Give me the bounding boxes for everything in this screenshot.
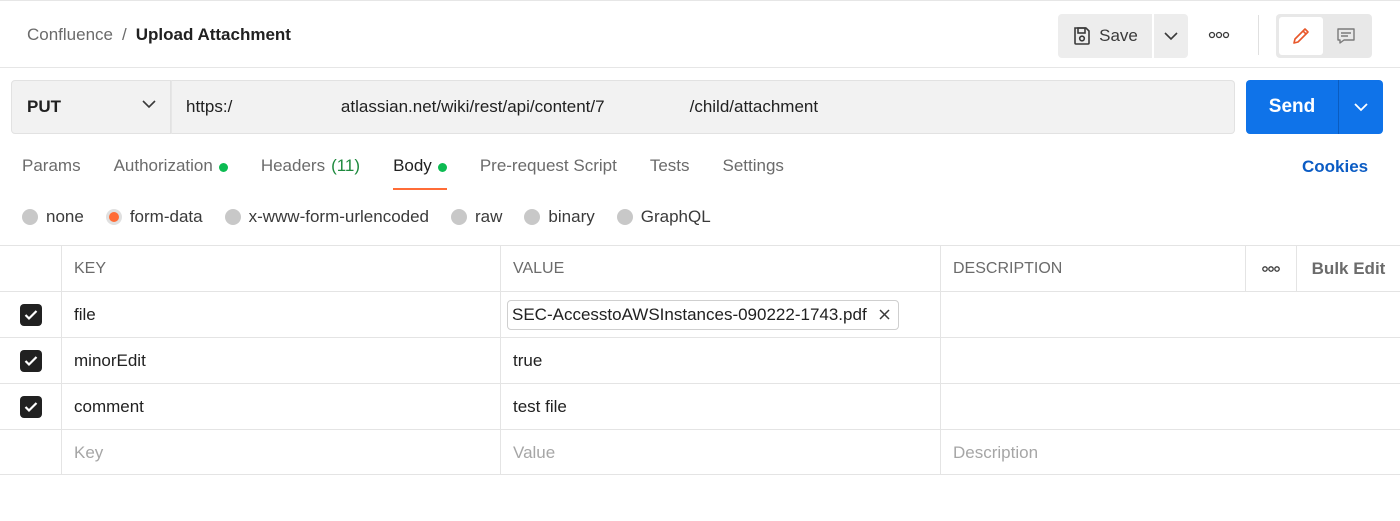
- tab-settings[interactable]: Settings: [723, 156, 784, 190]
- body-type-form-data[interactable]: form-data: [105, 207, 203, 227]
- row-enabled-checkbox[interactable]: [19, 349, 42, 372]
- column-header-description: DESCRIPTION: [941, 246, 1246, 291]
- table-row: minorEdit true: [0, 337, 1400, 383]
- authorization-status-dot: [218, 163, 228, 172]
- value-cell: SEC-AccesstoAWSInstances-090222-1743.pdf: [501, 292, 941, 337]
- tab-headers[interactable]: Headers (11): [261, 156, 360, 190]
- value-cell[interactable]: test file: [501, 384, 941, 429]
- pencil-icon: [1293, 28, 1309, 44]
- edit-mode-button[interactable]: [1279, 17, 1323, 55]
- body-type-urlencoded[interactable]: x-www-form-urlencoded: [224, 207, 429, 227]
- url-input[interactable]: https:/ atlassian.net/wiki/rest/api/cont…: [171, 80, 1235, 134]
- body-type-raw[interactable]: raw: [451, 207, 502, 227]
- row-check-cell: [0, 430, 62, 475]
- breadcrumb-separator: /: [122, 25, 127, 44]
- body-status-dot: [437, 163, 447, 172]
- radio-icon: [224, 209, 241, 225]
- file-name: SEC-AccesstoAWSInstances-090222-1743.pdf: [512, 304, 867, 324]
- request-name[interactable]: Upload Attachment: [136, 25, 291, 45]
- chevron-down-icon: [1164, 31, 1178, 40]
- tab-tests[interactable]: Tests: [650, 156, 690, 190]
- view-mode-toggle: [1276, 14, 1372, 58]
- breadcrumb-collection[interactable]: Confluence: [27, 25, 113, 45]
- tab-params[interactable]: Params: [22, 156, 81, 190]
- save-icon: [1074, 27, 1090, 45]
- save-group: Save: [1058, 14, 1188, 58]
- key-cell[interactable]: file: [62, 292, 501, 337]
- value-input[interactable]: Value: [501, 430, 941, 475]
- tab-body[interactable]: Body: [393, 156, 447, 190]
- row-check-cell: [0, 384, 62, 429]
- body-type-none[interactable]: none: [22, 207, 84, 227]
- more-horizontal-icon: [1262, 265, 1280, 272]
- value-cell[interactable]: true: [501, 338, 941, 383]
- http-method-select[interactable]: PUT: [11, 80, 171, 134]
- breadcrumb: Confluence / Upload Attachment: [27, 25, 291, 45]
- comment-icon: [1337, 28, 1355, 44]
- file-chip[interactable]: SEC-AccesstoAWSInstances-090222-1743.pdf: [507, 299, 899, 330]
- form-data-table: KEY VALUE DESCRIPTION Bulk Edit file SEC…: [0, 245, 1400, 475]
- more-actions-button[interactable]: [1204, 25, 1234, 45]
- description-cell[interactable]: [941, 338, 1400, 383]
- radio-checked-icon: [105, 209, 122, 225]
- checkmark-icon: [24, 355, 37, 366]
- body-type-options: none form-data x-www-form-urlencoded raw…: [22, 207, 733, 227]
- chevron-down-icon: [142, 100, 156, 109]
- description-cell[interactable]: [941, 384, 1400, 429]
- save-button[interactable]: Save: [1058, 14, 1152, 58]
- cookies-link[interactable]: Cookies: [1302, 157, 1368, 177]
- close-icon: [879, 309, 890, 320]
- tab-authorization[interactable]: Authorization: [114, 156, 228, 190]
- row-enabled-checkbox[interactable]: [19, 395, 42, 418]
- save-label: Save: [1099, 26, 1138, 45]
- bulk-edit-button[interactable]: Bulk Edit: [1297, 246, 1400, 291]
- tab-pre-request-script[interactable]: Pre-request Script: [480, 156, 617, 190]
- request-tabs: Params Authorization Headers (11) Body Pr…: [22, 156, 817, 190]
- url-value: https:/ atlassian.net/wiki/rest/api/cont…: [186, 97, 819, 116]
- chevron-down-icon: [1354, 102, 1368, 111]
- body-type-graphql[interactable]: GraphQL: [616, 207, 711, 227]
- column-header-key: KEY: [62, 246, 501, 291]
- http-method-value: PUT: [27, 97, 61, 116]
- new-row: Key Value Description: [0, 429, 1400, 475]
- description-cell[interactable]: [941, 292, 1400, 337]
- table-header-row: KEY VALUE DESCRIPTION Bulk Edit: [0, 245, 1400, 291]
- description-input[interactable]: Description: [941, 430, 1400, 475]
- key-input[interactable]: Key: [62, 430, 501, 475]
- key-cell[interactable]: comment: [62, 384, 501, 429]
- request-header: Confluence / Upload Attachment Save: [0, 0, 1400, 68]
- column-header-value: VALUE: [501, 246, 941, 291]
- radio-icon: [616, 209, 633, 225]
- more-horizontal-icon: [1208, 31, 1230, 39]
- row-enabled-checkbox[interactable]: [19, 303, 42, 326]
- save-options-button[interactable]: [1154, 14, 1188, 58]
- row-check-cell: [0, 292, 62, 337]
- row-check-cell: [0, 338, 62, 383]
- header-divider: [1258, 15, 1259, 55]
- send-button[interactable]: Send: [1246, 80, 1338, 134]
- table-row: file SEC-AccesstoAWSInstances-090222-174…: [0, 291, 1400, 337]
- send-group: Send: [1246, 80, 1383, 134]
- radio-icon: [451, 209, 468, 225]
- table-row: comment test file: [0, 383, 1400, 429]
- body-type-binary[interactable]: binary: [524, 207, 595, 227]
- headers-count: (11): [331, 156, 361, 175]
- key-cell[interactable]: minorEdit: [62, 338, 501, 383]
- header-check-cell: [0, 246, 62, 291]
- radio-icon: [22, 209, 38, 225]
- comments-mode-button[interactable]: [1323, 17, 1369, 55]
- column-options-button[interactable]: [1246, 246, 1297, 291]
- checkmark-icon: [24, 401, 37, 412]
- send-options-button[interactable]: [1339, 80, 1383, 134]
- remove-file-button[interactable]: [879, 309, 890, 320]
- radio-icon: [524, 209, 541, 225]
- checkmark-icon: [24, 309, 37, 320]
